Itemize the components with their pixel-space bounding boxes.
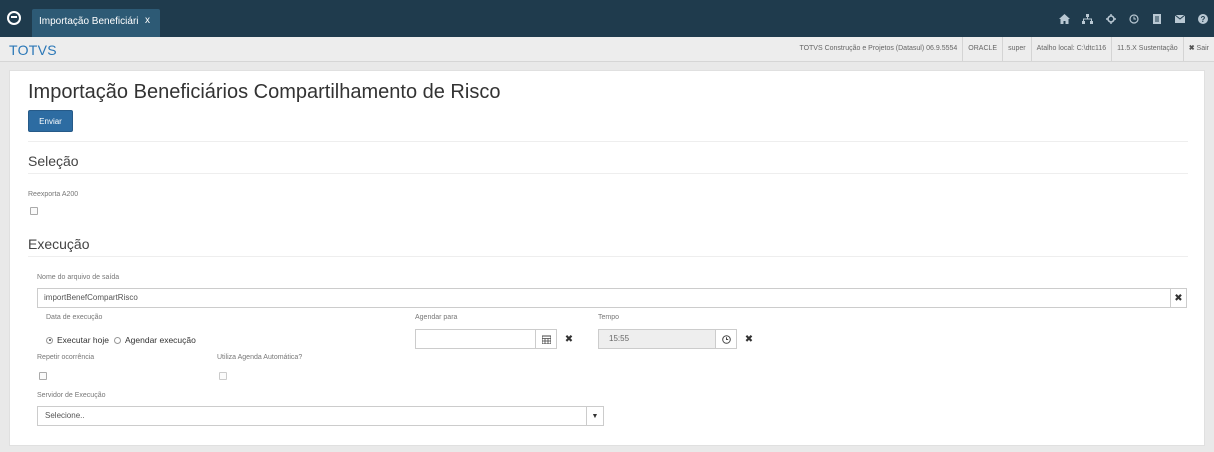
exec-date-radio-group: Executar hoje Agendar execução bbox=[46, 335, 201, 345]
clear-icon[interactable]: ✖ bbox=[1170, 288, 1187, 308]
radio-executar-hoje[interactable] bbox=[46, 336, 53, 344]
logout-label: Sair bbox=[1196, 45, 1209, 52]
brand-logo[interactable]: TOTVS bbox=[9, 42, 57, 58]
time-label: Tempo bbox=[598, 314, 620, 321]
main-panel: Importação Beneficiários Compartilhament… bbox=[9, 70, 1205, 446]
logout-button[interactable]: ✖ Sair bbox=[1182, 37, 1214, 61]
radio-executar-hoje-label[interactable]: Executar hoje bbox=[57, 335, 109, 345]
reexporta-checkbox[interactable] bbox=[30, 207, 38, 215]
shortcut-info: Atalho local: C:\dtc116 bbox=[1030, 37, 1112, 61]
server-label: Servidor de Execução bbox=[37, 392, 106, 399]
radio-agendar-execucao[interactable] bbox=[113, 336, 121, 344]
tab-label: Importação Beneficiári bbox=[39, 16, 139, 27]
auto-agenda-checkbox[interactable] bbox=[219, 372, 227, 380]
divider bbox=[28, 256, 1188, 257]
repeat-checkbox[interactable] bbox=[39, 372, 47, 380]
output-file-input[interactable]: importBenefCompartRisco bbox=[37, 288, 1171, 308]
calendar-icon[interactable] bbox=[535, 329, 557, 349]
exec-date-label: Data de execução bbox=[46, 314, 103, 321]
database-info: ORACLE bbox=[962, 37, 1002, 61]
schedule-label: Agendar para bbox=[415, 314, 458, 321]
divider bbox=[28, 141, 1188, 142]
user-info[interactable]: super bbox=[1002, 37, 1031, 61]
enviar-button[interactable]: Enviar bbox=[28, 110, 73, 132]
sitemap-icon[interactable] bbox=[1076, 8, 1099, 30]
session-info: TOTVS Construção e Projetos (Datasul) 06… bbox=[794, 37, 1214, 61]
server-select[interactable]: Selecione.. bbox=[37, 406, 587, 426]
schedule-date-input[interactable] bbox=[415, 329, 536, 349]
clock-icon[interactable] bbox=[1122, 8, 1145, 30]
version-info: 11.5.X Sustentação bbox=[1111, 37, 1183, 61]
close-icon: ✖ bbox=[1188, 45, 1195, 52]
info-bar: TOTVS TOTVS Construção e Projetos (Datas… bbox=[0, 37, 1214, 62]
divider bbox=[28, 173, 1188, 174]
mail-icon[interactable] bbox=[1168, 8, 1191, 30]
time-input[interactable]: 15:55 bbox=[598, 329, 716, 349]
radio-agendar-execucao-label[interactable]: Agendar execução bbox=[125, 335, 196, 345]
clear-time-icon[interactable]: ✖ bbox=[738, 329, 760, 349]
top-icon-toolbar: ? bbox=[1053, 8, 1214, 30]
page-title: Importação Beneficiários Compartilhament… bbox=[28, 81, 501, 103]
output-file-label: Nome do arquivo de saída bbox=[37, 274, 120, 281]
document-icon[interactable] bbox=[1145, 8, 1168, 30]
section-title-execucao: Execução bbox=[28, 236, 90, 252]
auto-agenda-label: Utiliza Agenda Automática? bbox=[217, 354, 303, 361]
app-logo-icon[interactable] bbox=[7, 11, 21, 25]
reexporta-label: Reexporta A200 bbox=[28, 191, 79, 198]
chevron-down-icon[interactable]: ▼ bbox=[586, 406, 604, 426]
gear-icon[interactable] bbox=[1099, 8, 1122, 30]
home-icon[interactable] bbox=[1053, 8, 1076, 30]
tab-importacao-beneficiarios[interactable]: Importação Beneficiári x bbox=[32, 9, 160, 37]
company-info[interactable]: TOTVS Construção e Projetos (Datasul) 06… bbox=[794, 37, 962, 61]
repeat-label: Repetir ocorrência bbox=[37, 354, 95, 361]
top-navbar: Importação Beneficiári x ? bbox=[0, 0, 1214, 37]
clear-schedule-icon[interactable]: ✖ bbox=[558, 329, 580, 349]
help-icon[interactable]: ? bbox=[1191, 8, 1214, 30]
section-title-selecao: Seleção bbox=[28, 153, 79, 169]
svg-text:?: ? bbox=[1200, 15, 1205, 24]
clock-icon[interactable] bbox=[715, 329, 737, 349]
tab-close-icon[interactable]: x bbox=[145, 15, 150, 26]
